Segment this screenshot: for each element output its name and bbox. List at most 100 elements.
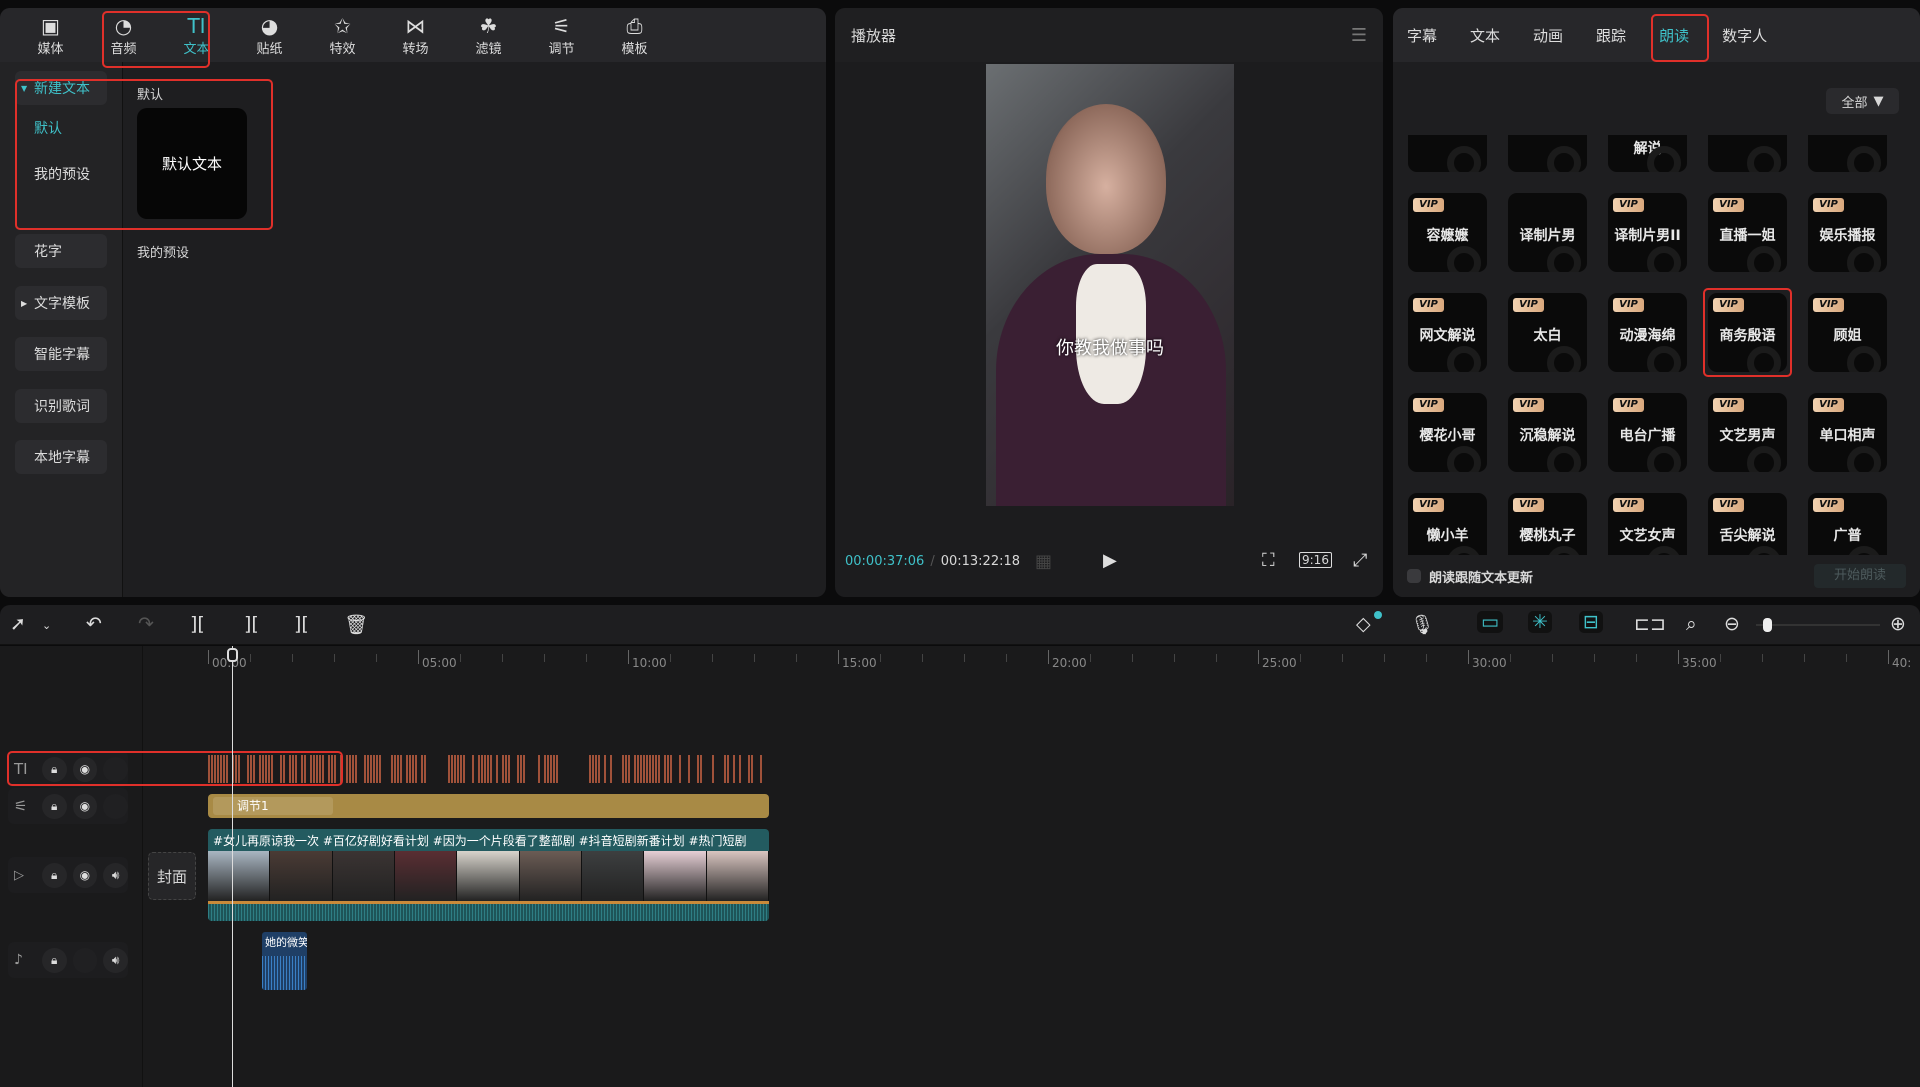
playhead-handle[interactable] [227, 648, 238, 662]
text-clip[interactable] [496, 755, 498, 783]
text-clip[interactable] [250, 755, 252, 783]
text-clip[interactable] [400, 755, 402, 783]
fullscreen-icon[interactable]: ⤢ [1353, 550, 1367, 571]
tab-4[interactable]: 朗读 [1659, 25, 1689, 46]
sidebar-fancy-text[interactable]: 花字 [15, 234, 107, 268]
text-clip[interactable] [289, 755, 291, 783]
text-clip[interactable] [394, 755, 396, 783]
text-clip[interactable] [301, 755, 303, 783]
text-clip[interactable] [592, 755, 594, 783]
text-clip[interactable] [397, 755, 399, 783]
tool-media[interactable]: ▣ 媒体 [14, 8, 87, 62]
text-track-clips[interactable] [208, 755, 766, 783]
main-track-magnet-icon[interactable]: ▭ [1477, 611, 1503, 633]
text-clip[interactable] [454, 755, 456, 783]
auto-snap-icon[interactable]: ✳ [1528, 611, 1552, 633]
text-clip[interactable] [553, 755, 555, 783]
text-clip[interactable] [253, 755, 255, 783]
tab-1[interactable]: 文本 [1470, 25, 1500, 46]
text-clip[interactable] [217, 755, 219, 783]
voice-card[interactable]: VIP 舌尖解说 [1708, 493, 1787, 555]
text-clip[interactable] [727, 755, 729, 783]
voice-card[interactable]: VIP 樱桃丸子 [1508, 493, 1587, 555]
voice-card[interactable]: VIP 容嬷嬷 [1408, 193, 1487, 272]
voice-card[interactable] [1808, 135, 1887, 172]
text-clip[interactable] [490, 755, 492, 783]
select-cursor-icon[interactable]: ➚ [10, 613, 26, 635]
voice-card[interactable]: VIP 商务殷语 [1708, 293, 1787, 372]
text-clip[interactable] [367, 755, 369, 783]
waveform-grid-icon[interactable]: ▦ [1035, 551, 1052, 572]
text-clip[interactable] [760, 755, 762, 783]
text-clip[interactable] [523, 755, 525, 783]
text-clip[interactable] [733, 755, 735, 783]
sidebar-smart-caption[interactable]: 智能字幕 [15, 337, 107, 371]
voice-card[interactable]: 译制片男 [1508, 193, 1587, 272]
text-clip[interactable] [334, 755, 336, 783]
microphone-icon[interactable]: 🎙 [1410, 613, 1434, 636]
text-clip[interactable] [259, 755, 261, 783]
tab-5[interactable]: 数字人 [1722, 25, 1767, 46]
text-clip[interactable] [208, 755, 210, 783]
delete-icon[interactable]: 🗑 [344, 613, 368, 636]
voice-card[interactable]: VIP 顾姐 [1808, 293, 1887, 372]
video-preview[interactable]: 你教我做事吗 [986, 64, 1234, 506]
text-clip[interactable] [247, 755, 249, 783]
text-clip[interactable] [739, 755, 741, 783]
text-clip[interactable] [625, 755, 627, 783]
text-clip[interactable] [238, 755, 240, 783]
cover-button[interactable]: 封面 [148, 852, 196, 900]
text-clip[interactable] [424, 755, 426, 783]
text-clip[interactable] [331, 755, 333, 783]
text-clip[interactable] [484, 755, 486, 783]
voice-card[interactable]: VIP 直播一姐 [1708, 193, 1787, 272]
lock-icon[interactable]: 🔒︎ [41, 793, 67, 819]
tab-0[interactable]: 字幕 [1407, 25, 1437, 46]
text-clip[interactable] [556, 755, 558, 783]
tool-text[interactable]: TI 文本 [160, 8, 233, 62]
text-clip[interactable] [412, 755, 414, 783]
text-clip[interactable] [373, 755, 375, 783]
zoom-fit-icon[interactable]: ⛶ [1262, 550, 1275, 571]
text-clip[interactable] [508, 755, 510, 783]
sidebar-local-caption[interactable]: 本地字幕 [15, 440, 107, 474]
text-clip[interactable] [310, 755, 312, 783]
tab-2[interactable]: 动画 [1533, 25, 1563, 46]
voice-card[interactable]: VIP 网文解说 [1408, 293, 1487, 372]
text-clip[interactable] [271, 755, 273, 783]
trim-left-icon[interactable]: ][ [244, 613, 259, 635]
text-clip[interactable] [346, 755, 348, 783]
trim-right-icon[interactable]: ][ [294, 613, 309, 635]
text-clip[interactable] [304, 755, 306, 783]
text-clip[interactable] [724, 755, 726, 783]
text-clip[interactable] [622, 755, 624, 783]
voice-card[interactable] [1408, 135, 1487, 172]
text-clip[interactable] [478, 755, 480, 783]
volume-icon[interactable]: 🔊︎ [103, 947, 129, 973]
lock-icon[interactable]: 🔒︎ [41, 756, 67, 782]
keyframe-icon[interactable]: ◇ [1356, 613, 1371, 635]
text-clip[interactable] [670, 755, 672, 783]
text-clip[interactable] [748, 755, 750, 783]
text-clip[interactable] [448, 755, 450, 783]
text-clip[interactable] [481, 755, 483, 783]
tool-filter[interactable]: ☘ 滤镜 [452, 8, 525, 62]
audio-clip[interactable]: 她的微笑 [262, 932, 307, 990]
text-clip[interactable] [226, 755, 228, 783]
text-clip[interactable] [463, 755, 465, 783]
text-clip[interactable] [328, 755, 330, 783]
text-clip[interactable] [658, 755, 660, 783]
voice-card[interactable]: VIP 文艺女声 [1608, 493, 1687, 555]
text-clip[interactable] [223, 755, 225, 783]
zoom-slider[interactable] [1756, 618, 1880, 632]
link-icon[interactable]: ⊟ [1579, 611, 1603, 633]
text-clip[interactable] [460, 755, 462, 783]
follow-text-checkbox[interactable] [1407, 569, 1421, 583]
text-clip[interactable] [319, 755, 321, 783]
text-clip[interactable] [487, 755, 489, 783]
text-clip[interactable] [505, 755, 507, 783]
text-clip[interactable] [364, 755, 366, 783]
volume-icon[interactable]: 🔊︎ [103, 862, 129, 888]
voice-card[interactable]: 解说 [1608, 135, 1687, 172]
text-clip[interactable] [379, 755, 381, 783]
